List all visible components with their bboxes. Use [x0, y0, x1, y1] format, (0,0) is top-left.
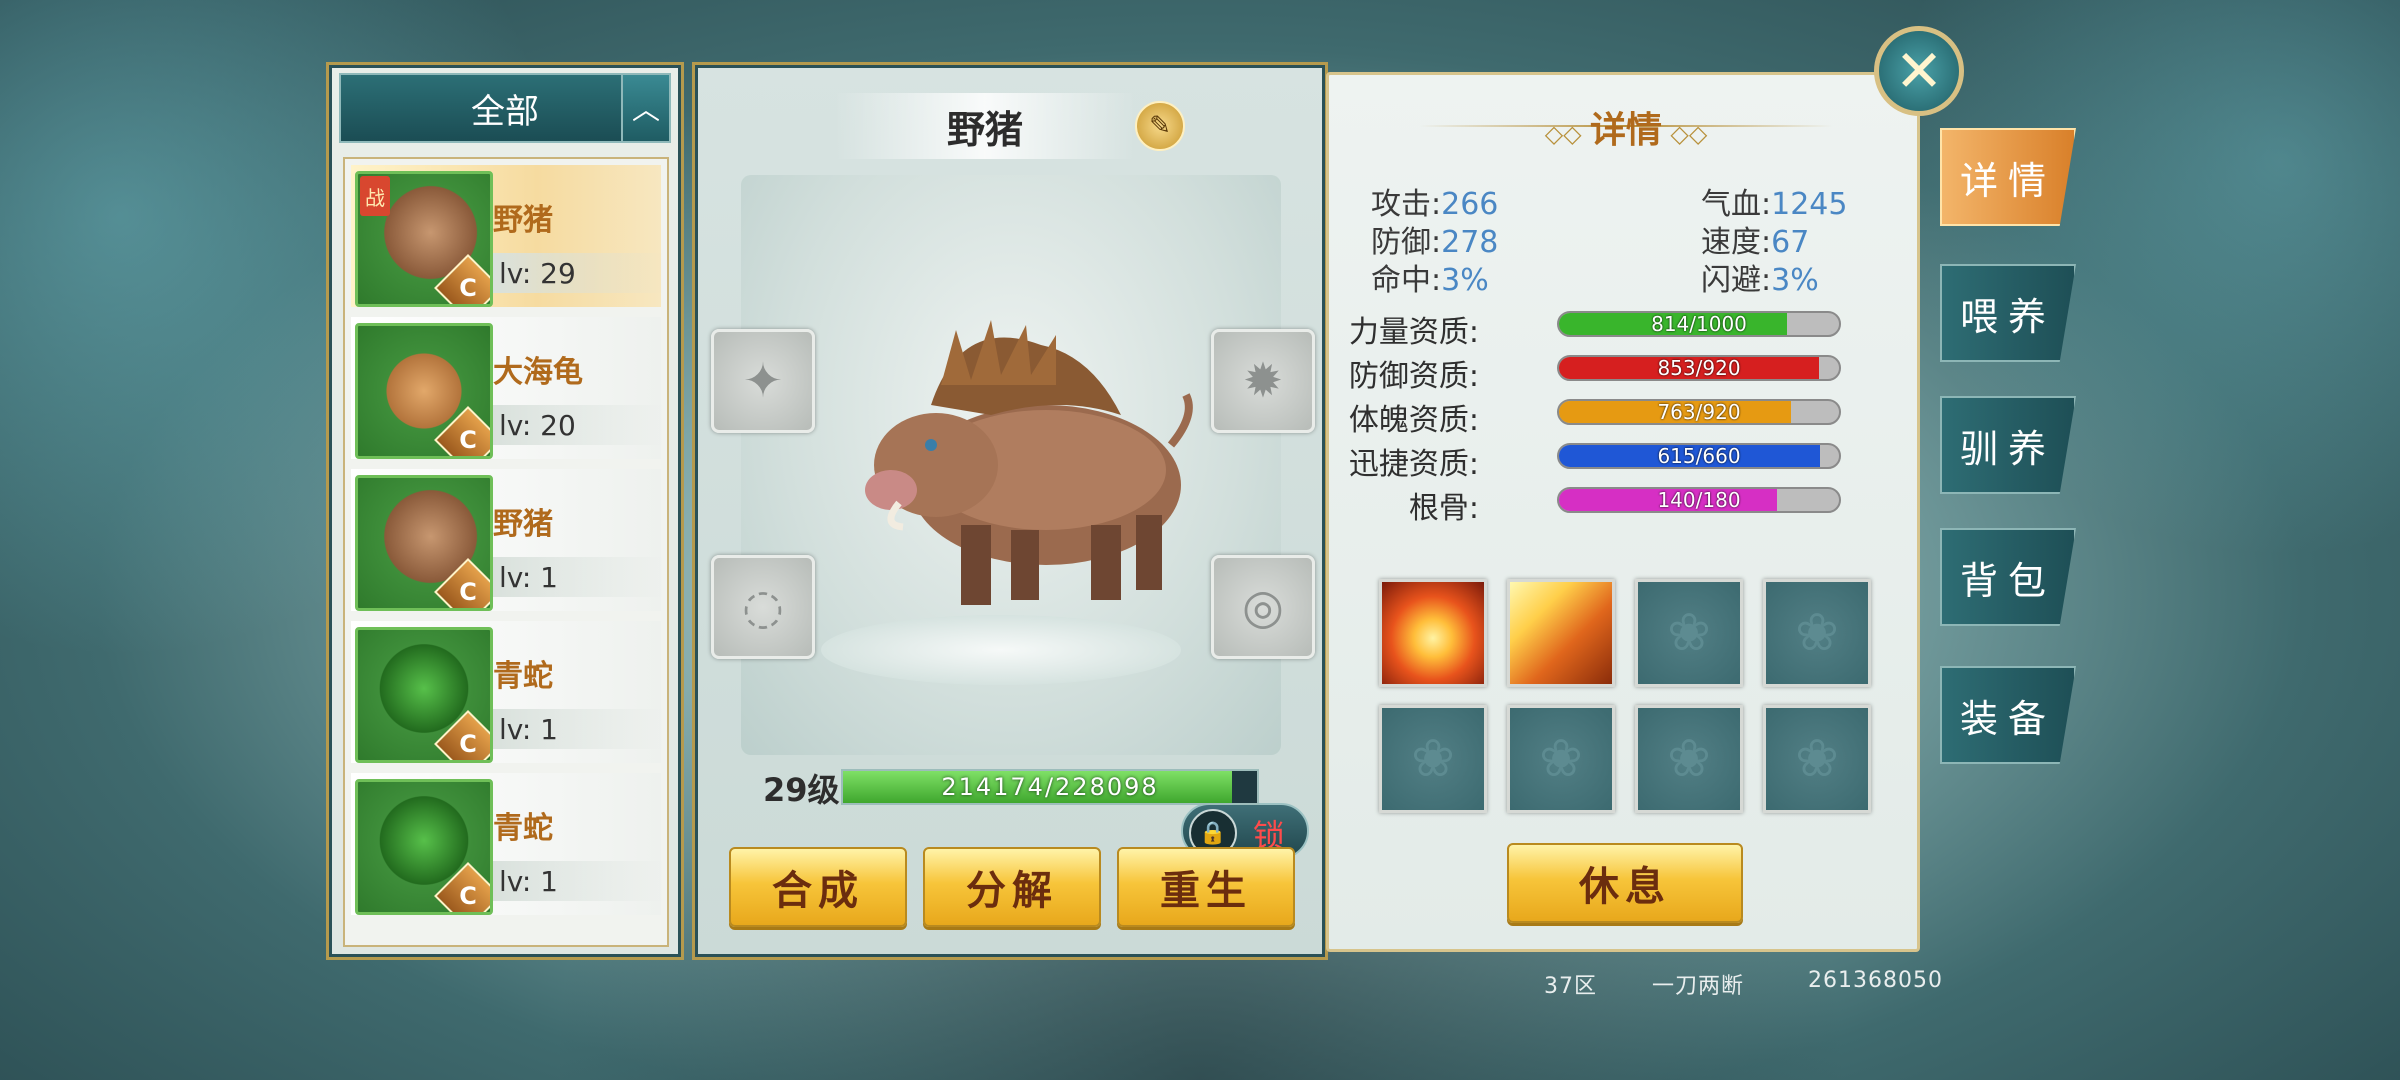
battle-tag: 战 — [360, 176, 390, 216]
aptitude-value: 763/920 — [1657, 400, 1741, 424]
pet-list-item[interactable]: C 青蛇 lv: 1 — [351, 773, 665, 915]
tab-equipment[interactable]: 装备 — [1940, 666, 2076, 764]
boar-avatar: 战 C — [355, 171, 493, 307]
empty-slot-icon: ❀ — [1539, 729, 1583, 789]
server-label: 37区 — [1544, 974, 1597, 999]
pet-level: lv: 1 — [493, 557, 665, 597]
grade-badge: C — [434, 710, 490, 760]
aptitude-bar-strength: 814/1000 — [1557, 311, 1841, 337]
pet-stage: 🔒 锁 — [741, 175, 1309, 859]
aptitude-label: 迅捷资质: — [1348, 447, 1479, 482]
pet-list-item[interactable]: C 青蛇 lv: 1 — [351, 621, 665, 763]
aptitude-value: 853/920 — [1657, 356, 1741, 380]
pet-name: 青蛇 — [493, 659, 553, 694]
pet-level: lv: 20 — [493, 405, 665, 445]
equip-slot-weapon[interactable]: ✦ — [711, 329, 815, 433]
strike-skill-icon[interactable] — [1507, 579, 1615, 687]
grade-badge: C — [434, 558, 490, 608]
exp-bar: 214174/228098 — [841, 769, 1259, 805]
pet-view-panel: 野猪 ✎ 🔒 锁 ✦ ✹ ◌ ◎ 29级 214174/228098 合成 分解… — [692, 62, 1328, 960]
detail-title: ◇◇ 详情 ◇◇ — [1544, 110, 1708, 151]
player-name: 一刀两断 — [1652, 974, 1745, 999]
grade-badge: C — [434, 862, 490, 912]
aptitude-label: 体魄资质: — [1348, 403, 1479, 438]
aptitude-value: 140/180 — [1657, 488, 1741, 512]
pet-list-item[interactable]: C 野猪 lv: 1 — [351, 469, 665, 611]
empty-slot-icon: ❀ — [1667, 729, 1711, 789]
pet-level: lv: 29 — [493, 253, 665, 293]
diamond-ornament-icon: ◇◇ — [1662, 120, 1708, 148]
equip-slot-ring[interactable]: ◎ — [1211, 555, 1315, 659]
pet-name: 野猪 — [493, 507, 553, 542]
pet-list[interactable]: 战 C 野猪 lv: 29 C 大海龟 lv: 20 C 野猪 lv: 1 C … — [343, 157, 669, 947]
close-icon[interactable]: ✕ — [1874, 26, 1964, 116]
pet-level: lv: 1 — [493, 709, 665, 749]
grade-badge: C — [434, 406, 490, 456]
turtle-avatar: C — [355, 323, 493, 459]
aptitude-bar-root: 140/180 — [1557, 487, 1841, 513]
skill-slot-empty[interactable]: ❀ — [1763, 579, 1871, 687]
edit-name-icon[interactable]: ✎ — [1135, 101, 1185, 151]
empty-slot-icon: ❀ — [1795, 603, 1839, 663]
boar-model — [865, 320, 1193, 605]
tab-bag[interactable]: 背包 — [1940, 528, 2076, 626]
detail-panel: ◇◇ 详情 ◇◇ 攻击:266 防御:278 命中:3% 气血:1245 速度:… — [1326, 72, 1920, 952]
armor-icon: ✹ — [1242, 353, 1284, 409]
rest-button[interactable]: 休息 — [1507, 843, 1743, 923]
aptitude-value: 615/660 — [1657, 444, 1741, 468]
pet-list-panel: 全部 ︿ 战 C 野猪 lv: 29 C 大海龟 lv: 20 C 野猪 lv:… — [326, 62, 684, 960]
stat-dodge: 闪避:3% — [1701, 263, 1819, 298]
rebirth-button[interactable]: 重生 — [1117, 847, 1295, 927]
skill-slot-empty[interactable]: ❀ — [1379, 705, 1487, 813]
boar-avatar: C — [355, 475, 493, 611]
tab-feed[interactable]: 喂养 — [1940, 264, 2076, 362]
filter-dropdown[interactable]: 全部 ︿ — [339, 73, 671, 143]
tab-details[interactable]: 详情 — [1940, 128, 2076, 226]
equip-slot-armor[interactable]: ✹ — [1211, 329, 1315, 433]
pet-title: 野猪 — [835, 93, 1135, 159]
pet-name: 青蛇 — [493, 811, 553, 846]
ring-icon: ◎ — [1242, 579, 1284, 635]
pet-list-item[interactable]: C 大海龟 lv: 20 — [351, 317, 665, 459]
aptitude-bar-agility: 615/660 — [1557, 443, 1841, 469]
weapon-icon: ✦ — [742, 353, 784, 409]
stat-hit: 命中:3% — [1371, 263, 1489, 298]
aptitude-value: 814/1000 — [1651, 312, 1747, 336]
chevron-up-icon[interactable]: ︿ — [621, 75, 669, 141]
decompose-button[interactable]: 分解 — [923, 847, 1101, 927]
empty-slot-icon: ❀ — [1667, 603, 1711, 663]
pet-name: 野猪 — [493, 203, 553, 238]
snake-avatar: C — [355, 627, 493, 763]
aptitude-label: 力量资质: — [1348, 315, 1479, 350]
tab-train[interactable]: 驯养 — [1940, 396, 2076, 494]
necklace-icon: ◌ — [742, 579, 784, 635]
equip-slot-necklace[interactable]: ◌ — [711, 555, 815, 659]
diamond-ornament-icon: ◇◇ — [1544, 120, 1590, 148]
aptitude-label: 根骨: — [1408, 491, 1479, 526]
player-id: 261368050 — [1808, 968, 1943, 993]
skill-slot-empty[interactable]: ❀ — [1635, 579, 1743, 687]
empty-slot-icon: ❀ — [1411, 729, 1455, 789]
exp-text: 214174/228098 — [941, 773, 1159, 801]
pet-list-item[interactable]: 战 C 野猪 lv: 29 — [351, 165, 665, 307]
snake-avatar: C — [355, 779, 493, 915]
skill-slot-empty[interactable]: ❀ — [1763, 705, 1871, 813]
aptitude-bar-physique: 763/920 — [1557, 399, 1841, 425]
aptitude-bar-defense: 853/920 — [1557, 355, 1841, 381]
grade-badge: C — [434, 254, 490, 304]
pet-name: 大海龟 — [493, 355, 583, 390]
skill-slot-empty[interactable]: ❀ — [1635, 705, 1743, 813]
filter-label: 全部 — [471, 91, 539, 132]
fire-skill-icon[interactable] — [1379, 579, 1487, 687]
pet-level: lv: 1 — [493, 861, 665, 901]
pet-level-label: 29级 — [763, 771, 840, 809]
compose-button[interactable]: 合成 — [729, 847, 907, 927]
empty-slot-icon: ❀ — [1795, 729, 1839, 789]
aptitude-label: 防御资质: — [1348, 359, 1479, 394]
skill-slot-empty[interactable]: ❀ — [1507, 705, 1615, 813]
